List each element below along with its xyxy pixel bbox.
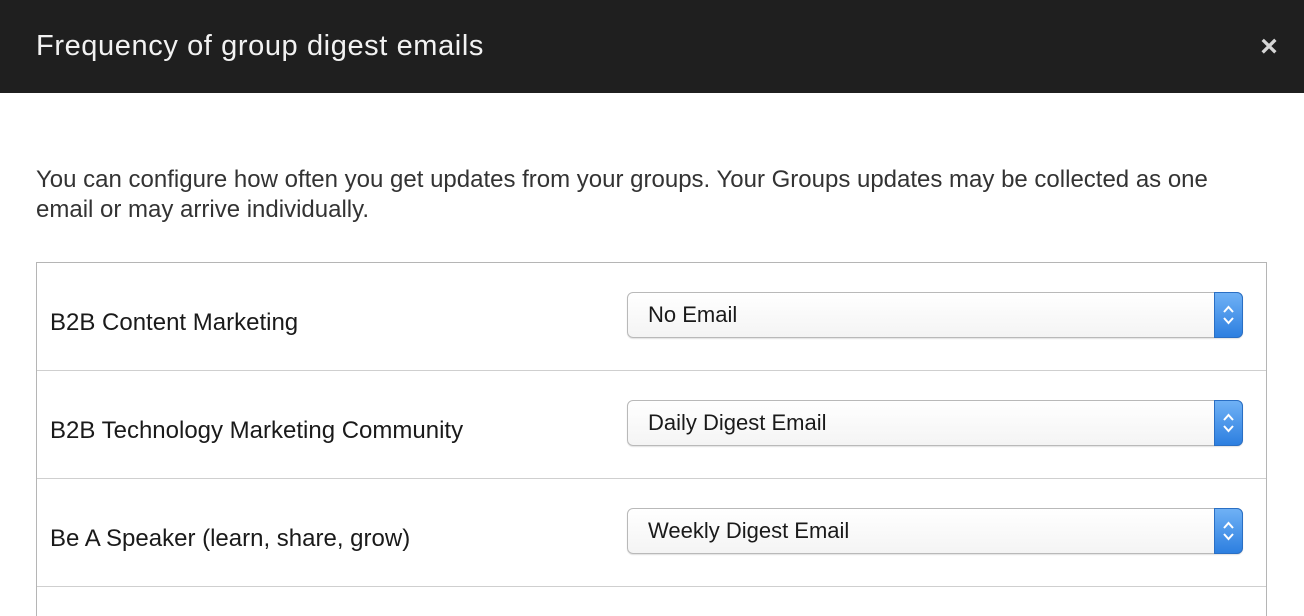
dialog-description: You can configure how often you get upda… — [36, 166, 1208, 223]
group-row: B2B Technology Marketing Community Daily… — [37, 371, 1266, 479]
chevron-up-down-icon — [1214, 292, 1243, 338]
chevron-up-down-icon — [1214, 508, 1243, 554]
close-button[interactable]: × — [1252, 30, 1286, 64]
frequency-select-value: No Email — [648, 302, 738, 327]
group-row: Be A Speaker (learn, share, grow) Weekly… — [37, 479, 1266, 587]
digest-frequency-dialog: Frequency of group digest emails × You c… — [0, 0, 1304, 616]
frequency-select[interactable]: Daily Digest Email — [627, 400, 1243, 446]
groups-table: B2B Content Marketing No Email B2B Techn… — [36, 262, 1267, 616]
frequency-select[interactable]: Weekly Digest Email — [627, 508, 1243, 554]
dialog-header: Frequency of group digest emails × — [0, 0, 1304, 93]
group-row: B2B Content Marketing No Email — [37, 263, 1266, 371]
close-icon: × — [1260, 30, 1278, 63]
frequency-select[interactable]: No Email — [627, 292, 1243, 338]
dialog-title: Frequency of group digest emails — [36, 30, 484, 62]
frequency-select-value: Weekly Digest Email — [648, 518, 850, 543]
frequency-select-value: Daily Digest Email — [648, 410, 827, 435]
group-name: Be A Speaker (learn, share, grow) — [50, 525, 411, 552]
chevron-up-down-icon — [1214, 400, 1243, 446]
group-name: B2B Technology Marketing Community — [50, 417, 464, 444]
group-name: B2B Content Marketing — [50, 309, 299, 336]
